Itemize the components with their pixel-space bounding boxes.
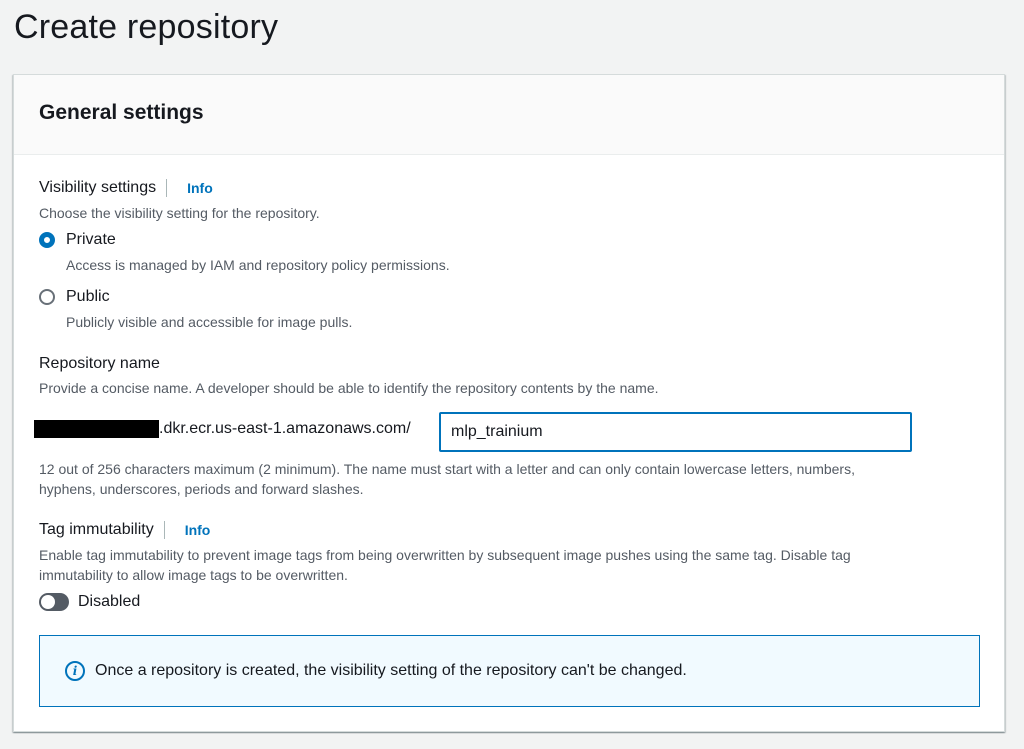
repository-uri-prefix: .dkr.ecr.us-east-1.amazonaws.com/ bbox=[34, 420, 411, 438]
repository-name-constraint-2: hyphens, underscores, periods and forwar… bbox=[39, 481, 364, 497]
radio-private[interactable]: Private bbox=[39, 231, 116, 249]
tag-immutability-description-1: Enable tag immutability to prevent image… bbox=[39, 547, 851, 563]
radio-public[interactable]: Public bbox=[39, 288, 110, 306]
repository-name-label: Repository name bbox=[39, 355, 160, 372]
info-circle-icon: i bbox=[65, 661, 85, 681]
radio-private-button[interactable] bbox=[39, 232, 55, 248]
label-separator bbox=[166, 179, 168, 197]
panel-title: General settings bbox=[39, 101, 204, 124]
repository-name-input[interactable] bbox=[439, 412, 912, 452]
radio-public-description: Publicly visible and accessible for imag… bbox=[66, 314, 353, 330]
radio-private-description: Access is managed by IAM and repository … bbox=[66, 257, 450, 273]
tag-immutability-toggle[interactable] bbox=[39, 593, 69, 611]
alert-text: Once a repository is created, the visibi… bbox=[95, 662, 687, 679]
panel-header: General settings bbox=[14, 75, 1004, 155]
tag-immutability-description-2: immutability to allow image tags to be o… bbox=[39, 567, 348, 583]
repository-name-description: Provide a concise name. A developer shou… bbox=[39, 380, 659, 396]
repository-name-constraint-1: 12 out of 256 characters maximum (2 mini… bbox=[39, 461, 855, 477]
radio-public-button[interactable] bbox=[39, 289, 55, 305]
visibility-info-alert: i Once a repository is created, the visi… bbox=[39, 635, 980, 707]
general-settings-panel: General settings Visibility settings Inf… bbox=[13, 74, 1005, 732]
visibility-info-link[interactable]: Info bbox=[187, 180, 213, 196]
radio-private-label: Private bbox=[66, 231, 116, 248]
tag-immutability-label: Tag immutability Info bbox=[39, 521, 210, 539]
registry-domain-text: .dkr.ecr.us-east-1.amazonaws.com/ bbox=[159, 420, 411, 437]
toggle-label: Disabled bbox=[78, 593, 141, 610]
toggle-knob bbox=[41, 595, 55, 609]
redacted-account-id bbox=[34, 420, 159, 438]
page-title: Create repository bbox=[14, 8, 279, 46]
visibility-label-text: Visibility settings bbox=[39, 179, 157, 196]
visibility-settings-label: Visibility settings Info bbox=[39, 179, 213, 197]
label-separator bbox=[163, 521, 165, 539]
tag-immutability-label-text: Tag immutability bbox=[39, 521, 154, 538]
visibility-description: Choose the visibility setting for the re… bbox=[39, 205, 320, 221]
radio-public-label: Public bbox=[66, 288, 110, 305]
tag-immutability-info-link[interactable]: Info bbox=[185, 522, 211, 538]
tag-immutability-toggle-row[interactable]: Disabled bbox=[39, 593, 140, 611]
